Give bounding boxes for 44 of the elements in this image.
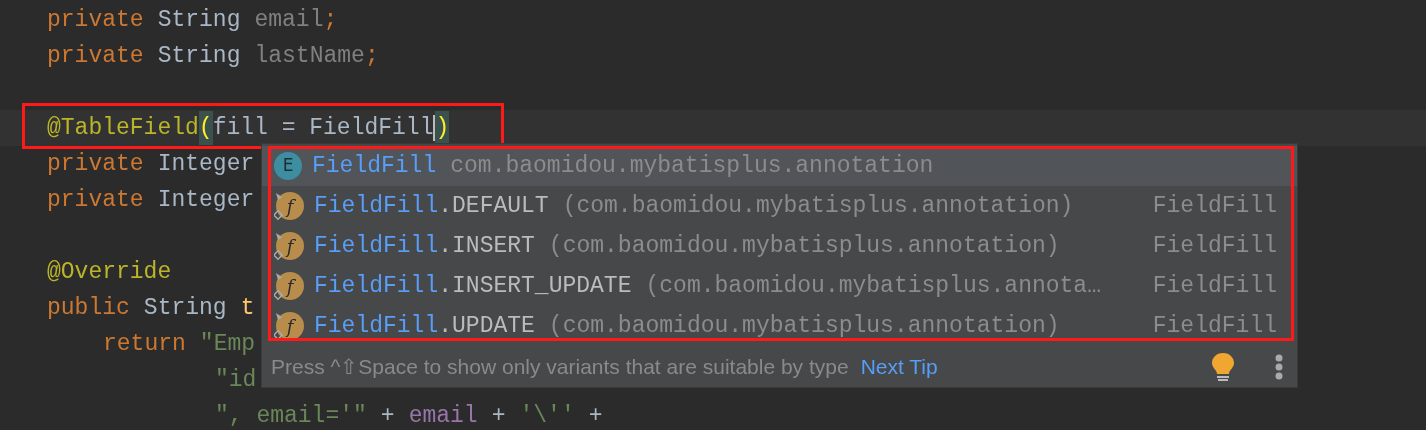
string-literal: "Emp: [199, 329, 256, 359]
code-text: String: [157, 41, 241, 71]
string-literal: ", email='": [215, 401, 367, 430]
field-reference: email: [408, 401, 478, 430]
code-text: +: [491, 401, 506, 430]
code-text: Integer: [157, 185, 255, 215]
code-text: fill = FieldFill: [212, 113, 434, 143]
hint-text: Press ^⇧Space to show only variants that are suitable by type: [271, 353, 849, 380]
code-text: Integer: [157, 149, 255, 179]
keyword: return: [103, 329, 186, 359]
semicolon: ;: [364, 41, 379, 71]
lightbulb-icon[interactable]: [1211, 351, 1235, 382]
next-tip-link[interactable]: Next Tip: [860, 350, 938, 383]
keyword: private: [47, 185, 144, 215]
semicolon: ;: [323, 5, 338, 35]
matched-paren: (: [198, 110, 213, 146]
field-icon: f: [274, 311, 304, 341]
completion-item[interactable]: E FieldFill com.baomidou.mybatisplus.annotation: [262, 146, 1297, 186]
field-icon: f: [274, 231, 304, 261]
keyword: private: [47, 149, 144, 179]
code-text: String: [157, 5, 241, 35]
more-options-icon[interactable]: [1275, 353, 1283, 380]
annotation: @Override: [47, 257, 172, 287]
keyword: private: [47, 5, 144, 35]
enum-icon: E: [274, 152, 302, 180]
completion-item[interactable]: f FieldFill.UPDATE (com.baomidou.mybatisplus.annotation) FieldFill: [262, 306, 1297, 346]
keyword: private: [47, 41, 144, 71]
field-icon: f: [274, 191, 304, 221]
code-text: +: [380, 401, 395, 430]
annotation: @TableField: [47, 113, 199, 143]
field-name: email: [254, 5, 324, 35]
completion-item[interactable]: f FieldFill.INSERT_UPDATE (com.baomidou.mybatisplus.annota… FieldFill: [262, 266, 1297, 306]
code-text: String: [143, 293, 227, 323]
string-literal: "id: [215, 365, 257, 395]
completion-item[interactable]: f FieldFill.DEFAULT (com.baomidou.mybatisplus.annotation) FieldFill: [262, 186, 1297, 226]
field-name: lastName: [254, 41, 365, 71]
code-text: +: [588, 401, 603, 430]
completion-item[interactable]: f FieldFill.INSERT (com.baomidou.mybatisplus.annotation) FieldFill: [262, 226, 1297, 266]
string-literal: '\'': [519, 401, 575, 430]
method-name: t: [240, 293, 255, 323]
field-icon: f: [274, 271, 304, 301]
keyword: public: [47, 293, 130, 323]
matched-paren: ): [435, 110, 450, 146]
text-caret: [433, 115, 436, 141]
